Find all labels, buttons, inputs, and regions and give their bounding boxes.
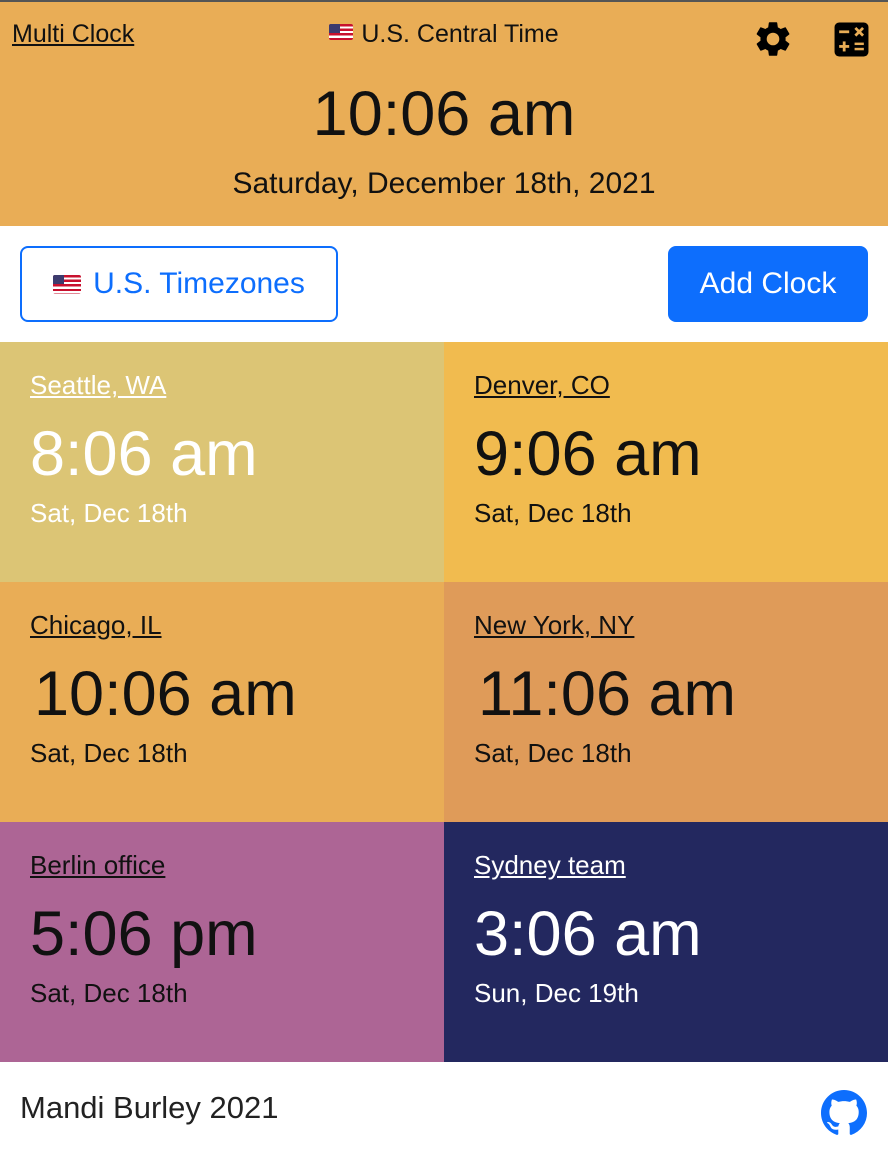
clock-time: 5:06 pm bbox=[30, 899, 258, 969]
clock-time: 3:06 am bbox=[474, 899, 702, 969]
footer-credit: Mandi Burley 2021 bbox=[20, 1090, 279, 1125]
us-flag-icon bbox=[53, 274, 82, 294]
clock-time: 10:06 am bbox=[34, 659, 297, 729]
clock-date: Sat, Dec 18th bbox=[474, 738, 632, 768]
us-flag-icon bbox=[329, 24, 354, 40]
clock-tile: New York, NY 11:06 am Sat, Dec 18th bbox=[444, 582, 888, 822]
toolbar: U.S. Timezones Add Clock bbox=[0, 226, 888, 342]
clock-tile: Seattle, WA 8:06 am Sat, Dec 18th bbox=[0, 342, 444, 582]
github-icon[interactable] bbox=[821, 1090, 867, 1136]
clock-date: Sat, Dec 18th bbox=[30, 738, 188, 768]
clock-city-link[interactable]: Chicago, IL bbox=[30, 610, 162, 641]
clock-city-link[interactable]: Seattle, WA bbox=[30, 370, 166, 401]
us-timezones-button-label: U.S. Timezones bbox=[93, 267, 305, 300]
clock-grid: Seattle, WA 8:06 am Sat, Dec 18th Denver… bbox=[0, 342, 888, 1062]
add-clock-button[interactable]: Add Clock bbox=[668, 246, 868, 322]
clock-tile: Chicago, IL 10:06 am Sat, Dec 18th bbox=[0, 582, 444, 822]
main-time: 10:06 am bbox=[312, 79, 576, 149]
header: Multi Clock U.S. Central Time 10:06 am S… bbox=[0, 0, 888, 226]
clock-tile: Sydney team 3:06 am Sun, Dec 19th bbox=[444, 822, 888, 1062]
clock-date: Sat, Dec 18th bbox=[474, 498, 632, 528]
calculator-icon[interactable] bbox=[833, 21, 870, 58]
clock-date: Sun, Dec 19th bbox=[474, 978, 639, 1008]
us-timezones-button[interactable]: U.S. Timezones bbox=[20, 246, 338, 322]
clock-date: Sat, Dec 18th bbox=[30, 498, 188, 528]
clock-city-link[interactable]: Sydney team bbox=[474, 850, 626, 881]
clock-time: 11:06 am bbox=[478, 659, 736, 729]
clock-time: 8:06 am bbox=[30, 419, 258, 489]
clock-tile: Berlin office 5:06 pm Sat, Dec 18th bbox=[0, 822, 444, 1062]
clock-date: Sat, Dec 18th bbox=[30, 978, 188, 1008]
clock-tile: Denver, CO 9:06 am Sat, Dec 18th bbox=[444, 342, 888, 582]
clock-time: 9:06 am bbox=[474, 419, 702, 489]
clock-city-link[interactable]: Denver, CO bbox=[474, 370, 610, 401]
settings-gear-icon[interactable] bbox=[752, 18, 794, 60]
local-timezone-text: U.S. Central Time bbox=[361, 20, 559, 48]
clock-city-link[interactable]: New York, NY bbox=[474, 610, 634, 641]
clock-city-link[interactable]: Berlin office bbox=[30, 850, 165, 881]
footer: Mandi Burley 2021 bbox=[0, 1062, 888, 1174]
main-date: Saturday, December 18th, 2021 bbox=[232, 167, 656, 200]
